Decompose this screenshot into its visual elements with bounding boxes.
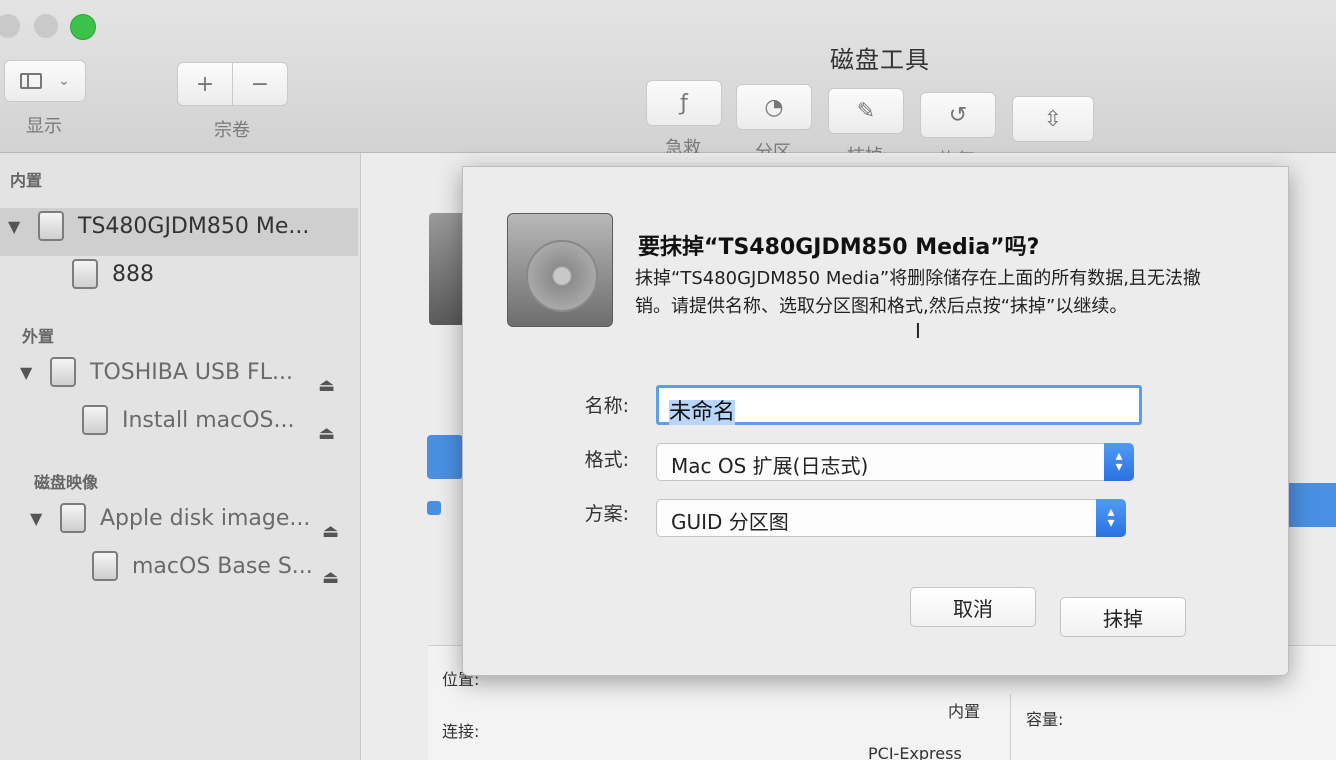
sidebar-item-label: 888	[112, 261, 154, 287]
sidebar-section-external: 外置	[22, 327, 55, 346]
sidebar-item-internal-disk[interactable]: TS480GJDM850 Me...	[38, 211, 309, 241]
name-field-value: 未命名	[669, 400, 736, 425]
sidebar-item-label: TS480GJDM850 Me...	[78, 213, 310, 239]
sheet-message: 抹掉“TS480GJDM850 Media”将删除储存在上面的所有数据,且无法撤…	[635, 268, 1201, 317]
disk-utility-window: 磁盘工具 ⌄ 显示 + − 宗卷 ƒ 急救 ◔ 分区 ✎ 抹掉 ↺ 恢复 ⇳ 装…	[0, 0, 1336, 760]
format-popup-value: Mac OS 扩展(日志式)	[671, 454, 869, 478]
mount-icon: ⇳	[1043, 106, 1063, 132]
sidebar-section-disk-images: 磁盘映像	[34, 473, 99, 492]
view-label: 显示	[26, 116, 62, 137]
erase-icon: ✎	[856, 98, 876, 124]
disk-image-icon	[60, 503, 86, 533]
text-cursor-icon: I	[915, 319, 921, 343]
usb-drive-icon	[50, 357, 76, 387]
eject-icon[interactable]: ⏏	[318, 375, 335, 396]
erase-button[interactable]: ✎	[828, 88, 904, 134]
capacity-label: 容量:	[1026, 710, 1064, 729]
chevron-down-icon: ⌄	[58, 73, 70, 89]
sidebar-item-label: macOS Base S...	[132, 553, 313, 579]
sidebar-item-external-volume[interactable]: Install macOS...	[82, 405, 295, 435]
connection-value: PCI-Express	[868, 744, 962, 760]
volume-icon	[92, 551, 118, 581]
remove-volume-button[interactable]: −	[232, 62, 288, 106]
restore-icon: ↺	[948, 102, 968, 128]
eject-icon[interactable]: ⏏	[318, 423, 335, 444]
first-aid-button[interactable]: ƒ	[646, 80, 722, 126]
toolbar: 磁盘工具 ⌄ 显示 + − 宗卷 ƒ 急救 ◔ 分区 ✎ 抹掉 ↺ 恢复 ⇳ 装…	[0, 0, 1336, 175]
partition-button[interactable]: ◔	[736, 84, 812, 130]
name-field[interactable]: 未命名	[656, 385, 1142, 425]
add-volume-button[interactable]: +	[177, 62, 233, 106]
minimize-button[interactable]	[34, 14, 58, 38]
hard-drive-icon	[507, 213, 613, 327]
format-popup[interactable]: Mac OS 扩展(日志式) ▴ ▾	[656, 443, 1134, 481]
partition-icon: ◔	[764, 94, 784, 120]
stethoscope-icon: ƒ	[680, 90, 688, 116]
cancel-button[interactable]: 取消	[910, 587, 1036, 627]
popup-arrows-icon: ▴ ▾	[1104, 443, 1134, 481]
volume-icon	[72, 259, 98, 289]
disclosure-triangle-icon[interactable]: ▼	[30, 509, 42, 528]
scheme-label: 方案:	[584, 503, 629, 525]
divider	[1010, 694, 1011, 760]
popup-arrows-icon: ▴ ▾	[1096, 499, 1126, 537]
format-label: 格式:	[584, 449, 629, 471]
erase-sheet: 要抹掉“TS480GJDM850 Media”吗? 抹掉“TS480GJDM85…	[462, 166, 1289, 676]
minus-icon: −	[250, 71, 270, 97]
sheet-title: 要抹掉“TS480GJDM850 Media”吗?	[638, 235, 1040, 260]
sidebar-item-internal-volume[interactable]: 888	[72, 259, 154, 289]
hard-drive-icon	[38, 211, 64, 241]
location-value: 内置	[948, 702, 981, 721]
window-title: 磁盘工具	[830, 46, 930, 74]
scheme-popup-value: GUID 分区图	[671, 510, 789, 534]
disclosure-triangle-icon[interactable]: ▼	[20, 363, 32, 382]
disclosure-triangle-icon[interactable]: ▼	[8, 217, 20, 236]
volume-icon	[82, 405, 108, 435]
restore-button[interactable]: ↺	[920, 92, 996, 138]
sidebar-item-disk-image[interactable]: Apple disk image...	[60, 503, 310, 533]
close-button[interactable]	[0, 14, 20, 38]
sidebar-item-image-volume[interactable]: macOS Base S...	[92, 551, 313, 581]
sidebar-item-external-disk[interactable]: TOSHIBA USB FL...	[50, 357, 293, 387]
name-label: 名称:	[584, 395, 629, 417]
erase-confirm-button[interactable]: 抹掉	[1060, 597, 1186, 637]
sidebar: 内置 ▼ TS480GJDM850 Me... 888 外置 ▼ TOSHIBA…	[0, 153, 361, 760]
eject-icon[interactable]: ⏏	[322, 567, 339, 588]
plus-icon: +	[195, 71, 215, 97]
volume-label: 宗卷	[214, 120, 250, 141]
legend-swatch	[427, 501, 441, 515]
scheme-popup[interactable]: GUID 分区图 ▴ ▾	[656, 499, 1126, 537]
usage-bar	[427, 435, 463, 479]
connection-label: 连接:	[442, 722, 480, 741]
sidebar-item-label: TOSHIBA USB FL...	[90, 359, 293, 385]
sidebar-item-label: Apple disk image...	[100, 505, 311, 531]
eject-icon[interactable]: ⏏	[322, 521, 339, 542]
zoom-button[interactable]	[70, 14, 96, 40]
mount-button[interactable]: ⇳	[1012, 96, 1094, 142]
view-button[interactable]: ⌄	[4, 60, 86, 102]
sidebar-section-internal: 内置	[10, 171, 43, 190]
sidebar-icon	[20, 73, 43, 89]
sidebar-item-label: Install macOS...	[122, 407, 295, 433]
